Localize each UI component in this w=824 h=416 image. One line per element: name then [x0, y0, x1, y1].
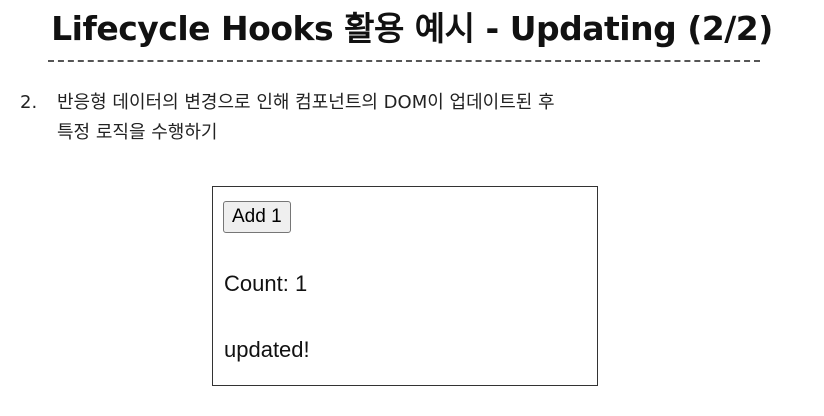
list-number: 2.	[20, 92, 38, 113]
slide-title: Lifecycle Hooks 활용 예시 - Updating (2/2)	[51, 9, 773, 48]
count-value: 1	[294, 271, 308, 296]
demo-output-box: Add 1 Count: 1 updated!	[212, 186, 598, 386]
title-underline	[48, 60, 760, 62]
count-line: Count: 1	[224, 269, 307, 299]
count-label: Count:	[224, 271, 289, 296]
updated-status-text: updated!	[224, 337, 310, 362]
list-text: 반응형 데이터의 변경으로 인해 컴포넌트의 DOM이 업데이트된 후 특정 로…	[57, 92, 555, 143]
add-one-button[interactable]: Add 1	[223, 201, 291, 233]
